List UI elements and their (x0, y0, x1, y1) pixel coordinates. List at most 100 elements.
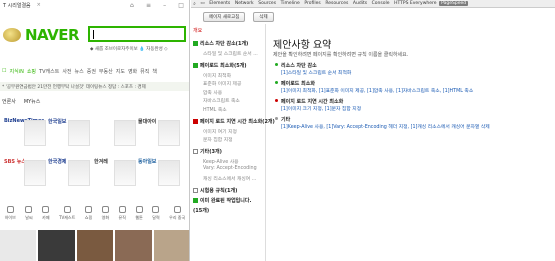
sidebar-subitem[interactable]: Vary: Accept-Encoding (203, 166, 257, 171)
sidebar-subitem[interactable]: 이미지 최적화 (203, 72, 231, 79)
devtools-tab[interactable]: HTTPS Everywhere (392, 1, 439, 6)
sidebar-subitem[interactable]: 스타일 및 스크립트 순서 ... (203, 50, 258, 57)
sidebar-subitem[interactable]: 자바스크립트 축소 (203, 97, 240, 104)
photo-thumb[interactable] (115, 230, 152, 261)
newspaper-thumb[interactable] (24, 160, 46, 186)
sidebar-subitem[interactable]: 표준화 이미지 제공 (203, 80, 241, 87)
search-input[interactable] (88, 26, 186, 42)
gnb-item[interactable]: 사전 (62, 68, 71, 75)
sidebar-rule[interactable]: 페이로드 최소화(5개) (193, 62, 247, 69)
tab-press[interactable]: 언론사 (2, 98, 16, 105)
result-title[interactable]: 리소스 차단 감소 (275, 62, 351, 69)
sidebar-subitem[interactable]: 문자 집합 지정 (203, 136, 233, 143)
gnb-item[interactable]: 증권 (87, 68, 96, 75)
gnb-item[interactable]: 쇼핑 (27, 68, 36, 75)
devtools-tab[interactable]: Network (233, 1, 256, 6)
devtools-tab[interactable]: Console (369, 1, 391, 6)
maximize-icon[interactable]: □ (178, 2, 184, 9)
service-shortcut[interactable]: 뮤직 (119, 206, 126, 221)
newspaper-thumb[interactable] (68, 160, 90, 186)
service-shortcut[interactable]: 날씨 (25, 206, 33, 221)
newspaper-thumb[interactable] (158, 160, 180, 186)
result-detail-link[interactable]: [1]Keep-Alive 사용, [1]Vary: Accept-Encodi… (275, 123, 490, 130)
gnb-item[interactable]: ☐ (2, 68, 6, 74)
sidebar-rule[interactable]: 리소스 차단 감소(1개) (193, 40, 248, 47)
press-logo[interactable]: 한국경제 (48, 158, 66, 165)
service-shortcut[interactable]: 하이브 (5, 206, 16, 221)
sidebar-subitem[interactable]: 이미지 여기 지정 (203, 128, 237, 135)
gnb-item[interactable]: TV캐스트 (39, 68, 59, 75)
service-label: 쇼핑 (84, 215, 93, 220)
menu-icon[interactable]: ≡ (146, 2, 151, 9)
devtools-tab[interactable]: Sources (256, 1, 278, 6)
press-logo[interactable]: 동아일보 (138, 158, 156, 165)
search-options[interactable]: ◆ 새롭 조브이로자주이보 💧 자동완성 ◇ (90, 46, 168, 52)
close-tab-icon[interactable]: × (37, 2, 41, 8)
service-shortcut[interactable]: 우리 중국 (169, 206, 185, 221)
devtools-tab[interactable]: Timeline (278, 1, 302, 6)
press-logo[interactable]: 한국일보 (48, 118, 66, 125)
devtools-search-icon[interactable]: ⌕ (191, 1, 198, 7)
newspaper-thumb[interactable] (68, 120, 90, 146)
newspaper-thumb[interactable] (158, 120, 180, 146)
result-detail-link[interactable]: [1]이미지 크기 지정, [1]문자 집합 지정 (275, 105, 361, 112)
gnb-item[interactable]: 지도 (116, 68, 125, 75)
sidebar-label: 이미지 여기 지정 (203, 129, 237, 135)
devtools-tab[interactable]: Resources (323, 1, 351, 6)
sidebar-rule[interactable]: (15개) (193, 207, 209, 214)
newspaper-thumb[interactable] (114, 120, 136, 146)
gnb-item[interactable]: 영화 (128, 68, 137, 75)
service-shortcut[interactable]: 달력 (152, 206, 160, 221)
photo-thumb[interactable] (153, 230, 189, 261)
newspaper-thumb[interactable] (114, 160, 136, 186)
result-detail-link[interactable]: [1]스타일 및 스크립트 순서 최적화 (275, 69, 351, 76)
sidebar-rule[interactable]: 페이지 로드 지연 시간 최소화(2개) (193, 118, 275, 125)
photo-thumb[interactable] (76, 230, 114, 261)
sidebar-subitem[interactable]: 캐싱 리소스에서 캐싱여 ... (203, 175, 256, 182)
device-icon[interactable]: ▭ (198, 1, 207, 6)
sidebar-rule[interactable]: 기타(3개) (193, 148, 222, 155)
service-shortcut[interactable]: 쇼핑 (85, 206, 92, 221)
press-logo[interactable]: SBS 뉴스 (4, 158, 26, 165)
refresh-page-button[interactable]: 페이지 새로고침 (203, 12, 246, 22)
gnb-item[interactable]: 부동산 (99, 68, 113, 75)
devtools-tab[interactable]: Elements (207, 1, 233, 6)
sidebar-summary[interactable]: 개요 (193, 27, 202, 34)
service-shortcut[interactable]: 웹툰 (135, 206, 143, 221)
status-icon (193, 118, 198, 124)
gnb-item[interactable]: 뮤직 (140, 68, 149, 75)
gnb-item[interactable]: 뉴스 (75, 68, 84, 75)
sidebar-rule[interactable]: 시험용 규칙(1개) (193, 187, 237, 194)
sidebar-rule[interactable]: 이미 완료된 작업입니다. (193, 197, 251, 204)
press-logo[interactable]: 한겨레 (94, 158, 108, 165)
browser-tab-label: T 시리얼결음 (3, 2, 31, 9)
service-shortcut[interactable]: 영화 (102, 206, 109, 221)
naver-logo[interactable]: NAVER (3, 26, 85, 44)
photo-thumb[interactable] (0, 230, 37, 261)
result-detail-link[interactable]: [1]이미지 최적화, [1]표준화 이미지 제공, [1]압축 사용, [1]… (275, 87, 473, 94)
result-title[interactable]: 페이지 로드 지연 시간 최소화 (275, 98, 361, 105)
newspaper-thumb[interactable] (24, 120, 46, 146)
news-strip[interactable]: * '공무원연금법안 21만전 언행부탁 나설것' 데이팅뉴스 정답 : 스포츠… (0, 82, 189, 91)
sidebar-label: HTML 축소 (203, 108, 227, 113)
service-icon (84, 206, 92, 213)
devtools-tab[interactable]: Audits (351, 1, 370, 6)
result-title[interactable]: 페이로드 최소화 (275, 80, 473, 87)
home-icon[interactable]: ⌂ (130, 2, 134, 9)
press-logo[interactable]: 물대아이 (138, 118, 156, 125)
photo-thumb[interactable] (38, 230, 75, 261)
minimize-icon[interactable]: – (163, 2, 166, 9)
result-title[interactable]: 기타 (275, 116, 490, 123)
tab-my-news[interactable]: MY뉴스 (24, 98, 41, 105)
gnb-item[interactable]: 책 (152, 68, 157, 75)
clear-button[interactable]: 삭제 (253, 12, 274, 22)
service-shortcut[interactable]: 카페 (42, 206, 50, 221)
sidebar-label: 압축 사용 (203, 90, 223, 96)
devtools-tab[interactable]: PageSpeed (438, 1, 469, 6)
sidebar-subitem[interactable]: Keep-Alive 사용 (203, 158, 239, 165)
devtools-tab[interactable]: Profiles (302, 1, 323, 6)
service-shortcut[interactable]: TV캐스트 (59, 206, 75, 221)
sidebar-subitem[interactable]: HTML 축소 (203, 106, 227, 113)
sidebar-subitem[interactable]: 압축 사용 (203, 89, 222, 96)
gnb-item[interactable]: 지식iN (9, 68, 23, 75)
